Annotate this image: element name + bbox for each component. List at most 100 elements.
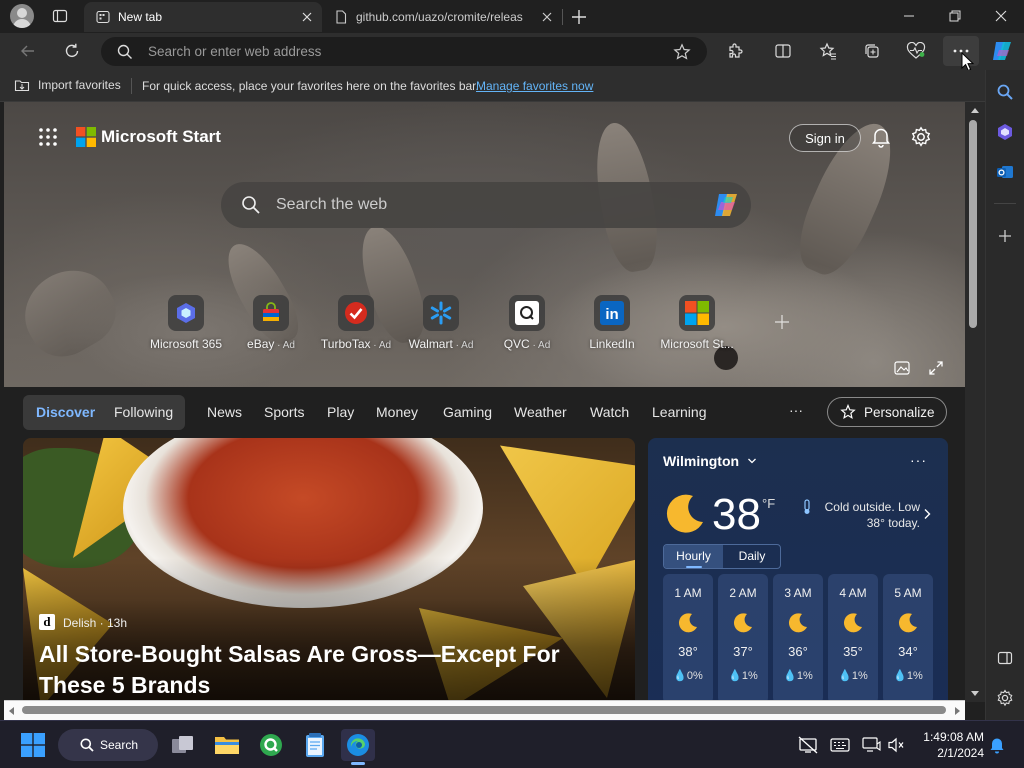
hourly-forecast-item[interactable]: 5 AM 34° 💧1% bbox=[883, 574, 933, 702]
quick-link-ebay[interactable]: eBay · Ad bbox=[223, 295, 319, 351]
temperature-unit[interactable]: °F bbox=[762, 496, 775, 511]
quick-link-qvc[interactable]: QVC · Ad bbox=[479, 295, 575, 351]
hourly-forecast-item[interactable]: 4 AM 35° 💧1% bbox=[828, 574, 878, 702]
hero-article-card[interactable]: d Delish · 13h All Store-Bought Salsas A… bbox=[23, 438, 635, 702]
sidebar-outlook-icon[interactable] bbox=[994, 161, 1016, 183]
add-quick-link-icon[interactable] bbox=[774, 314, 790, 330]
brand-title[interactable]: Microsoft Start bbox=[101, 127, 221, 147]
scroll-down-arrow-icon[interactable] bbox=[970, 690, 980, 698]
quick-link-linkedin[interactable]: in LinkedIn bbox=[564, 295, 660, 351]
weather-more-button[interactable]: ··· bbox=[910, 452, 927, 468]
sidebar-copilot-icon[interactable] bbox=[994, 121, 1016, 143]
address-bar[interactable] bbox=[101, 37, 707, 66]
expand-icon[interactable] bbox=[928, 360, 944, 376]
sidebar-search-icon[interactable] bbox=[994, 81, 1016, 103]
tab-actions-icon[interactable] bbox=[52, 8, 68, 24]
collections-icon[interactable] bbox=[857, 37, 887, 65]
scroll-left-arrow-icon[interactable] bbox=[7, 706, 15, 716]
weather-summary: Cold outside. Low 38° today. bbox=[824, 500, 920, 530]
hourly-forecast-item[interactable]: 1 AM 38° 💧0% bbox=[663, 574, 713, 702]
page-settings-gear-icon[interactable] bbox=[910, 126, 932, 148]
file-explorer-icon[interactable] bbox=[210, 729, 244, 761]
browser-essentials-icon[interactable] bbox=[901, 37, 931, 65]
keyboard-icon[interactable] bbox=[830, 735, 850, 755]
scroll-thumb[interactable] bbox=[969, 120, 977, 328]
tab-new-tab[interactable]: New tab bbox=[84, 2, 322, 32]
network-offline-icon[interactable] bbox=[798, 735, 818, 755]
apps-launcher-icon[interactable] bbox=[38, 127, 58, 147]
more-feed-tabs-button[interactable]: ··· bbox=[789, 402, 803, 418]
task-view-icon[interactable] bbox=[166, 729, 200, 761]
taskbar-search-box[interactable]: Search bbox=[58, 729, 158, 761]
refresh-button[interactable] bbox=[57, 37, 87, 65]
article-headline[interactable]: All Store-Bought Salsas Are Gross—Except… bbox=[39, 639, 629, 701]
weather-card[interactable]: Wilmington ··· 38 °F Cold outside. Low 3… bbox=[648, 438, 948, 702]
address-input[interactable] bbox=[148, 37, 648, 66]
scroll-right-arrow-icon[interactable] bbox=[954, 706, 962, 716]
hourly-forecast-item[interactable]: 2 AM 37° 💧1% bbox=[718, 574, 768, 702]
hour-time: 2 AM bbox=[729, 586, 757, 600]
back-button[interactable] bbox=[13, 37, 43, 65]
clock[interactable]: 1:49:08 AM 2/1/2024 bbox=[912, 729, 984, 761]
start-button[interactable] bbox=[16, 729, 50, 761]
feed-tab-news[interactable]: News bbox=[207, 404, 242, 420]
notifications-bell-icon[interactable] bbox=[870, 126, 892, 148]
close-tab-icon[interactable] bbox=[540, 10, 554, 24]
feed-tab-money[interactable]: Money bbox=[376, 404, 418, 420]
page-horizontal-scrollbar[interactable] bbox=[4, 700, 965, 720]
hourly-forecast-item[interactable]: 3 AM 36° 💧1% bbox=[773, 574, 823, 702]
sign-in-button[interactable]: Sign in bbox=[789, 124, 861, 152]
quick-link-walmart[interactable]: Walmart · Ad bbox=[393, 295, 489, 351]
restore-button[interactable] bbox=[932, 0, 978, 32]
favorites-icon[interactable] bbox=[813, 37, 843, 65]
extensions-icon[interactable] bbox=[720, 37, 750, 65]
personalize-button[interactable]: Personalize bbox=[827, 397, 947, 427]
scroll-up-arrow-icon[interactable] bbox=[970, 106, 980, 114]
quick-link-turbotax[interactable]: TurboTax · Ad bbox=[308, 295, 404, 351]
feed-tab-discover[interactable]: Discover bbox=[36, 404, 95, 420]
sidebar-settings-icon[interactable] bbox=[994, 687, 1016, 709]
profile-avatar[interactable] bbox=[10, 4, 34, 28]
web-search-box[interactable] bbox=[221, 182, 751, 228]
sidebar-hide-icon[interactable] bbox=[994, 647, 1016, 669]
feed-tab-following[interactable]: Following bbox=[114, 404, 173, 420]
import-favorites-button[interactable]: Import favorites bbox=[14, 78, 121, 92]
background-info-icon[interactable] bbox=[894, 360, 910, 376]
tab-github[interactable]: github.com/uazo/cromite/releas bbox=[324, 2, 562, 32]
close-tab-icon[interactable] bbox=[300, 10, 314, 24]
feed-tab-play[interactable]: Play bbox=[327, 404, 354, 420]
close-window-button[interactable] bbox=[978, 0, 1024, 32]
feed-tab-weather[interactable]: Weather bbox=[514, 404, 567, 420]
manage-favorites-link[interactable]: Manage favorites now bbox=[476, 79, 593, 93]
weather-location[interactable]: Wilmington bbox=[663, 453, 757, 469]
notifications-bell-icon[interactable] bbox=[987, 735, 1007, 755]
feed-tab-sports[interactable]: Sports bbox=[264, 404, 304, 420]
split-screen-icon[interactable] bbox=[768, 37, 798, 65]
volume-muted-icon[interactable] bbox=[886, 735, 906, 755]
minimize-button[interactable] bbox=[886, 0, 932, 32]
scroll-thumb[interactable] bbox=[22, 706, 946, 714]
feed-tab-gaming[interactable]: Gaming bbox=[443, 404, 492, 420]
feed-tab-watch[interactable]: Watch bbox=[590, 404, 629, 420]
new-tab-button[interactable] bbox=[570, 8, 588, 26]
linkedin-icon: in bbox=[600, 301, 624, 325]
weather-tab-hourly[interactable]: Hourly bbox=[664, 545, 723, 568]
copilot-icon[interactable] bbox=[989, 38, 1015, 64]
weather-tab-daily[interactable]: Daily bbox=[723, 545, 781, 568]
edge-browser-icon[interactable] bbox=[341, 729, 375, 761]
microsoft-store-icon bbox=[685, 301, 709, 325]
display-icon[interactable] bbox=[862, 735, 882, 755]
quick-link-microsoft-365[interactable]: Microsoft 365 bbox=[138, 295, 234, 351]
feed-tab-learning[interactable]: Learning bbox=[652, 404, 707, 420]
copilot-icon[interactable] bbox=[711, 191, 741, 219]
chevron-right-icon[interactable] bbox=[923, 508, 931, 520]
q-app-icon[interactable] bbox=[254, 729, 288, 761]
mouse-cursor-icon bbox=[961, 52, 975, 72]
favorite-star-icon[interactable] bbox=[673, 43, 691, 61]
sidebar-add-icon[interactable] bbox=[994, 225, 1016, 247]
page-vertical-scrollbar[interactable] bbox=[965, 102, 985, 702]
import-icon bbox=[14, 78, 30, 92]
notepad-icon[interactable] bbox=[298, 729, 332, 761]
web-search-input[interactable] bbox=[276, 182, 676, 228]
quick-link-microsoft-store[interactable]: Microsoft St... bbox=[649, 295, 745, 351]
